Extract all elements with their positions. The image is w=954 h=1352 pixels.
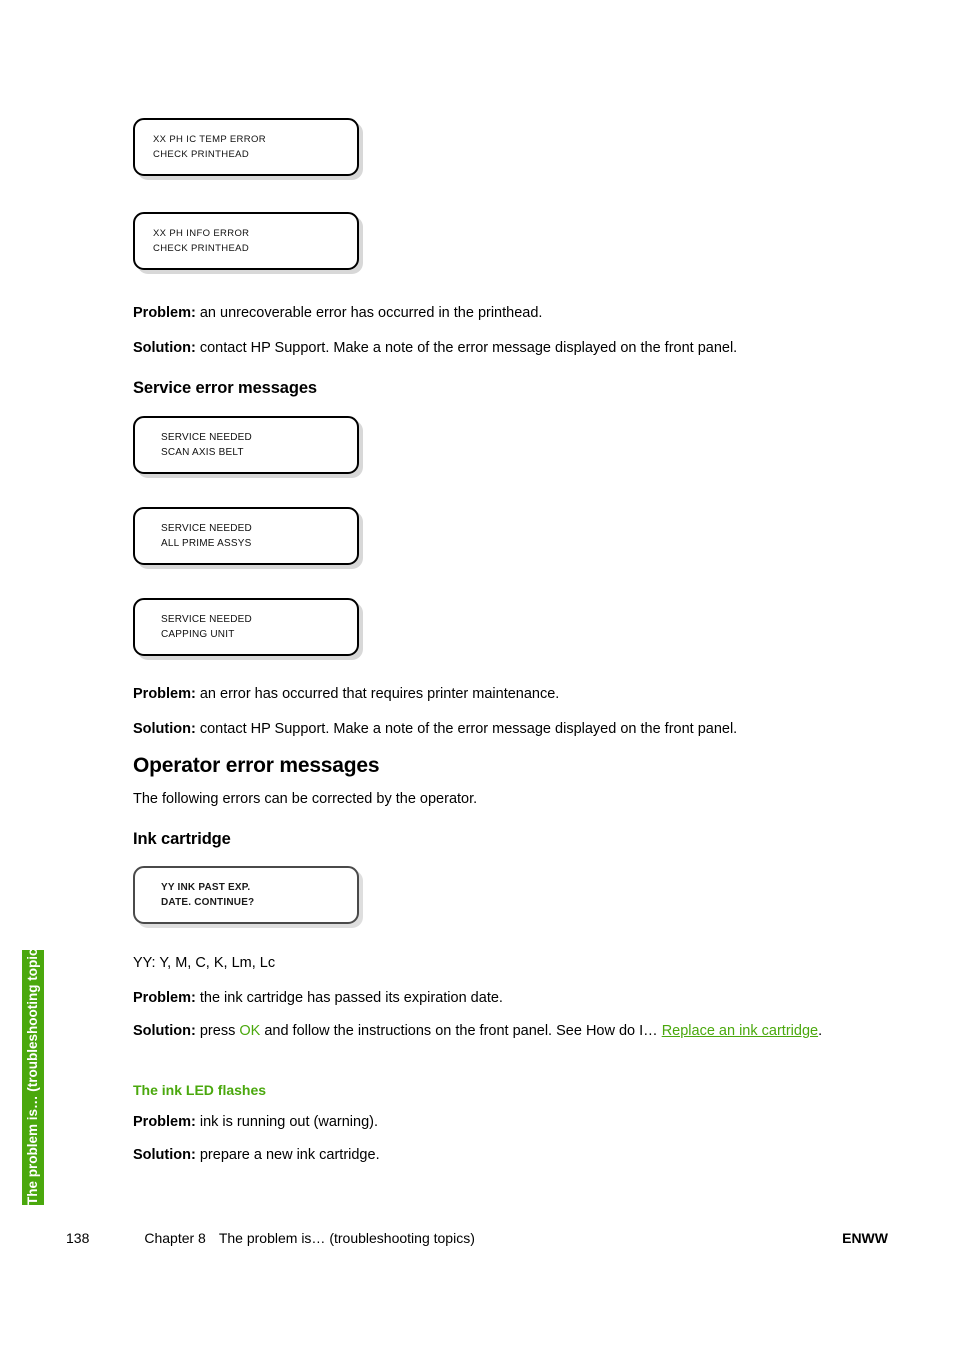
lcd-line-2: CHECK PRINTHEAD [153,243,250,254]
lcd-line-1: YY INK PAST EXP. [161,882,251,893]
printhead-solution-paragraph: Solution: contact HP Support. Make a not… [133,339,833,358]
heading-ink-cartridge: Ink cartridge [133,830,231,848]
footer-left-group: 138 Chapter 8 The problem is… (troubleshoo… [66,1229,475,1247]
link-replace-an-ink-cartridge[interactable]: Replace an ink cartridge [662,1023,818,1039]
ink-cartridge-problem-paragraph: Problem: the ink cartridge has passed it… [133,989,833,1008]
problem-text: ink is running out (warning). [195,1114,378,1130]
solution-label: Solution: [133,721,196,737]
document-page: The problem is… (troubleshooting topics)… [0,0,954,1352]
solution-text-end: . [818,1023,823,1039]
side-tab: The problem is… (troubleshooting topics) [22,936,44,1206]
operator-intro-paragraph: The following errors can be corrected by… [133,791,478,807]
lcd-line-1: XX PH INFO ERROR [153,228,250,239]
problem-text: an unrecoverable error has occurred in t… [195,305,543,321]
problem-text: an error has occurred that requires prin… [195,686,560,702]
side-tab-label: The problem is… (troubleshooting topics) [25,936,40,1206]
problem-label: Problem: [133,686,196,702]
heading-operator-error-messages: Operator error messages [133,754,380,777]
solution-label: Solution: [133,1023,196,1039]
ink-cartridge-legend: YY: Y, M, C, K, Lm, Lc [133,955,276,971]
problem-label: Problem: [133,305,196,321]
lcd-panel-capping-unit: SERVICE NEEDED CAPPING UNIT [133,598,359,656]
heading-ink-led-flashes: The ink LED flashes [133,1082,267,1098]
problem-label: Problem: [133,990,196,1006]
lcd-line-2: CAPPING UNIT [161,629,235,640]
lcd-line-2: SCAN AXIS BELT [161,447,244,458]
ok-key-reference: OK [239,1023,261,1039]
lcd-line-1: SERVICE NEEDED [161,614,252,625]
lcd-panel-ph-info-error: XX PH INFO ERROR CHECK PRINTHEAD [133,212,359,270]
lcd-line-2: CHECK PRINTHEAD [153,149,250,160]
ink-cartridge-solution-paragraph: Solution: press OK and follow the instru… [133,1022,825,1041]
lcd-line-1: SERVICE NEEDED [161,523,252,534]
lcd-panel-ph-ic-temp-error: XX PH IC TEMP ERROR CHECK PRINTHEAD [133,118,359,176]
lcd-line-1: SERVICE NEEDED [161,432,252,443]
solution-text: contact HP Support. Make a note of the e… [195,340,738,356]
ink-led-problem-paragraph: Problem: ink is running out (warning). [133,1113,833,1132]
solution-text-after-key: and follow the instructions on the front… [260,1023,662,1039]
lcd-line-2: DATE. CONTINUE? [161,897,255,908]
footer-chapter: Chapter 8 [144,1230,206,1246]
heading-service-error-messages: Service error messages [133,379,318,397]
lcd-panel-all-prime-assys: SERVICE NEEDED ALL PRIME ASSYS [133,507,359,565]
solution-text: prepare a new ink cartridge. [195,1147,380,1163]
footer-page-number: 138 [66,1230,90,1246]
ink-led-solution-paragraph: Solution: prepare a new ink cartridge. [133,1146,833,1165]
footer-locale-code: ENWW [842,1230,888,1246]
solution-text-before-key: press [195,1023,240,1039]
solution-text: contact HP Support. Make a note of the e… [195,721,738,737]
problem-text: the ink cartridge has passed its expirat… [195,990,503,1006]
lcd-panel-scan-axis-belt: SERVICE NEEDED SCAN AXIS BELT [133,416,359,474]
lcd-panel-ink-past-exp-date: YY INK PAST EXP. DATE. CONTINUE? [133,866,359,924]
lcd-line-1: XX PH IC TEMP ERROR [153,134,266,145]
service-problem-paragraph: Problem: an error has occurred that requ… [133,685,833,704]
service-solution-paragraph: Solution: contact HP Support. Make a not… [133,720,833,739]
lcd-line-2: ALL PRIME ASSYS [161,538,252,549]
footer-chapter-title: The problem is… (troubleshooting topics) [218,1230,475,1246]
solution-label: Solution: [133,340,196,356]
printhead-problem-paragraph: Problem: an unrecoverable error has occu… [133,304,833,323]
problem-label: Problem: [133,1114,196,1130]
solution-label: Solution: [133,1147,196,1163]
